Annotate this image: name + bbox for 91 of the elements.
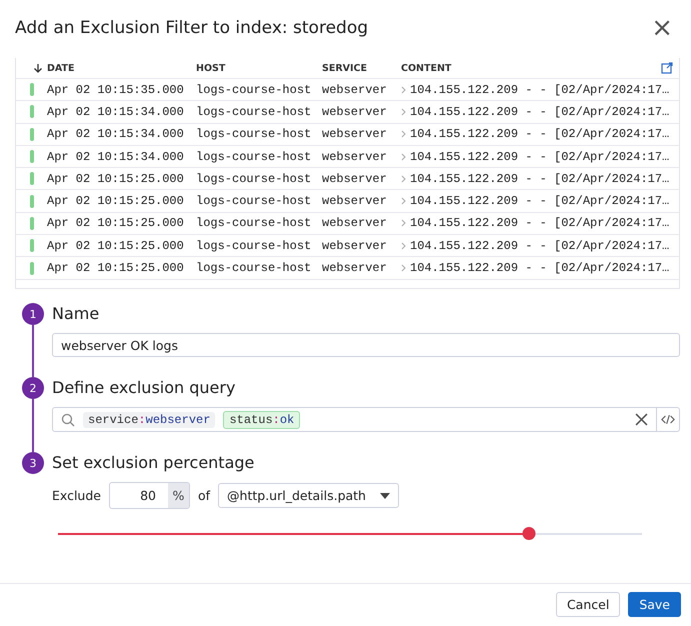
chevron-icon — [401, 264, 406, 272]
date-cell-text: Apr 02 10:15:35.000 — [47, 82, 185, 97]
status-bar-icon — [30, 128, 34, 141]
content-cell: 104.155.122.209 - - [02/Apr/2024:17… — [410, 172, 670, 186]
status-bar-icon — [30, 150, 34, 164]
query-term[interactable]: status:ok — [223, 410, 300, 428]
status-bar-icon — [30, 194, 34, 208]
chevron-icon — [401, 219, 406, 228]
status-bar-icon — [30, 262, 34, 275]
status-bar-icon — [30, 83, 34, 96]
query-term[interactable]: service:webserver — [83, 412, 216, 428]
caret-icon — [380, 492, 390, 498]
column-header[interactable]: DATE — [33, 62, 196, 74]
content-cell: 104.155.122.209 - - [02/Apr/2024:17… — [410, 238, 670, 253]
dialog-title: Add an Exclusion Filter to index: storedog — [15, 18, 368, 38]
host-cell-text: logs-course-host — [196, 104, 312, 119]
log-row[interactable]: Apr 02 10:15:25.000 logs-course-host webserver 104.155.122.209 - - [02/Apr/2024:17… — [16, 212, 679, 234]
log-row[interactable]: Apr 02 10:15:34.000 logs-course-host webserver 104.155.122.209 - - [02/Apr/2024:17… — [16, 122, 679, 145]
log-row[interactable]: Apr 02 10:15:25.000 logs-course-host webserver 104.155.122.209 - - [02/Apr/2024:17… — [16, 189, 679, 212]
date-cell-text: Apr 02 10:15:25.000 — [47, 216, 185, 230]
date-cell-text: Apr 02 10:15:25.000 — [47, 172, 185, 186]
date-cell-text: Apr 02 10:15:25.000 — [47, 194, 185, 208]
service-cell-text: webserver — [322, 261, 388, 276]
percent-field[interactable]: 80 % — [108, 482, 190, 509]
status-bar-icon — [30, 216, 34, 230]
host-cell-text: logs-course-host — [196, 216, 312, 230]
chevron-icon — [401, 197, 406, 206]
log-row[interactable]: Apr 02 10:15:35.000 logs-course-host webserver 104.155.122.209 - - [02/Apr/2024:17… — [16, 78, 679, 100]
step-title: Name — [52, 303, 100, 325]
log-row[interactable]: Apr 02 10:15:25.000 logs-course-host webserver 104.155.122.209 - - [02/Apr/2024:17… — [16, 234, 679, 256]
chevron-icon — [401, 86, 406, 94]
date-cell-text: Apr 02 10:15:34.000 — [47, 104, 185, 119]
date-cell-text: Apr 02 10:15:34.000 — [47, 127, 185, 142]
host-cell-text: logs-course-host — [196, 127, 312, 142]
service-cell-text: webserver — [322, 82, 388, 97]
date-cell-text: Apr 02 10:15:25.000 — [47, 238, 185, 253]
of-label: of — [198, 488, 210, 503]
status-bar-icon — [30, 239, 34, 252]
slider-thumb[interactable] — [522, 527, 536, 540]
chevron-icon — [401, 152, 406, 161]
host-cell-text: logs-course-host — [196, 172, 312, 186]
service-cell-text: webserver — [322, 172, 388, 186]
content-cell: 104.155.122.209 - - [02/Apr/2024:17… — [410, 261, 670, 276]
content-cell: 104.155.122.209 - - [02/Apr/2024:17… — [410, 216, 670, 230]
query-field[interactable]: service:webserver status:ok — [52, 407, 680, 432]
content-cell: 104.155.122.209 - - [02/Apr/2024:17… — [410, 194, 670, 208]
service-cell-text: webserver — [322, 127, 388, 142]
search-icon — [61, 412, 75, 426]
attribute-dropdown[interactable]: @http.url_details.path — [218, 483, 399, 508]
step-title: Define exclusion query — [52, 377, 236, 399]
status-bar-icon — [30, 172, 34, 186]
date-cell-text: Apr 02 10:15:25.000 — [47, 261, 185, 276]
service-cell-text: webserver — [322, 194, 388, 208]
status-bar-icon — [30, 105, 34, 118]
clear-icon[interactable] — [635, 413, 648, 426]
service-cell-text: webserver — [322, 104, 388, 119]
content-cell: 104.155.122.209 - - [02/Apr/2024:17… — [410, 104, 670, 119]
host-cell-text: logs-course-host — [196, 194, 312, 208]
log-row[interactable]: Apr 02 10:15:25.000 logs-course-host webserver 104.155.122.209 - - [02/Apr/2024:17… — [16, 256, 679, 279]
code-icon — [661, 414, 675, 425]
host-cell-text: logs-course-host — [196, 238, 312, 253]
step-number: 1 — [22, 303, 44, 325]
content-cell: 104.155.122.209 - - [02/Apr/2024:17… — [410, 82, 670, 97]
host-cell-text: logs-course-host — [196, 150, 312, 164]
step-number: 3 — [22, 452, 44, 474]
chevron-icon — [401, 242, 406, 250]
column-header[interactable]: SERVICE — [322, 62, 401, 74]
log-row[interactable]: Apr 02 10:15:34.000 logs-course-host webserver 104.155.122.209 - - [02/Apr/2024:17… — [16, 100, 679, 123]
content-cell: 104.155.122.209 - - [02/Apr/2024:17… — [410, 127, 670, 142]
log-row[interactable]: Apr 02 10:15:34.000 logs-course-host webserver 104.155.122.209 - - [02/Apr/2024:17… — [16, 144, 679, 168]
column-header[interactable]: CONTENT — [401, 62, 679, 74]
content-cell: 104.155.122.209 - - [02/Apr/2024:17… — [410, 150, 670, 164]
host-cell-text: logs-course-host — [196, 261, 312, 276]
step-title: Set exclusion percentage — [52, 452, 256, 474]
save-button[interactable]: Save — [628, 592, 681, 616]
chevron-icon — [401, 130, 406, 138]
log-row[interactable]: Apr 02 10:15:25.000 logs-course-host webserver 104.155.122.209 - - [02/Apr/2024:17… — [16, 167, 679, 190]
close-button[interactable]: × — [645, 15, 679, 41]
exclude-label: Exclude — [52, 488, 101, 503]
cancel-button[interactable]: Cancel — [556, 592, 620, 616]
service-cell-text: webserver — [322, 216, 388, 230]
service-cell-text: webserver — [322, 150, 388, 164]
step-number: 2 — [22, 377, 44, 399]
date-cell-text: Apr 02 10:15:34.000 — [47, 150, 185, 164]
name-field[interactable]: webserver OK logs — [52, 333, 680, 357]
host-cell-text: logs-course-host — [196, 82, 312, 97]
column-header[interactable]: HOST — [196, 62, 322, 74]
chevron-icon — [401, 174, 406, 183]
chevron-icon — [401, 108, 406, 116]
service-cell-text: webserver — [322, 238, 388, 253]
export-icon[interactable] — [661, 62, 673, 74]
